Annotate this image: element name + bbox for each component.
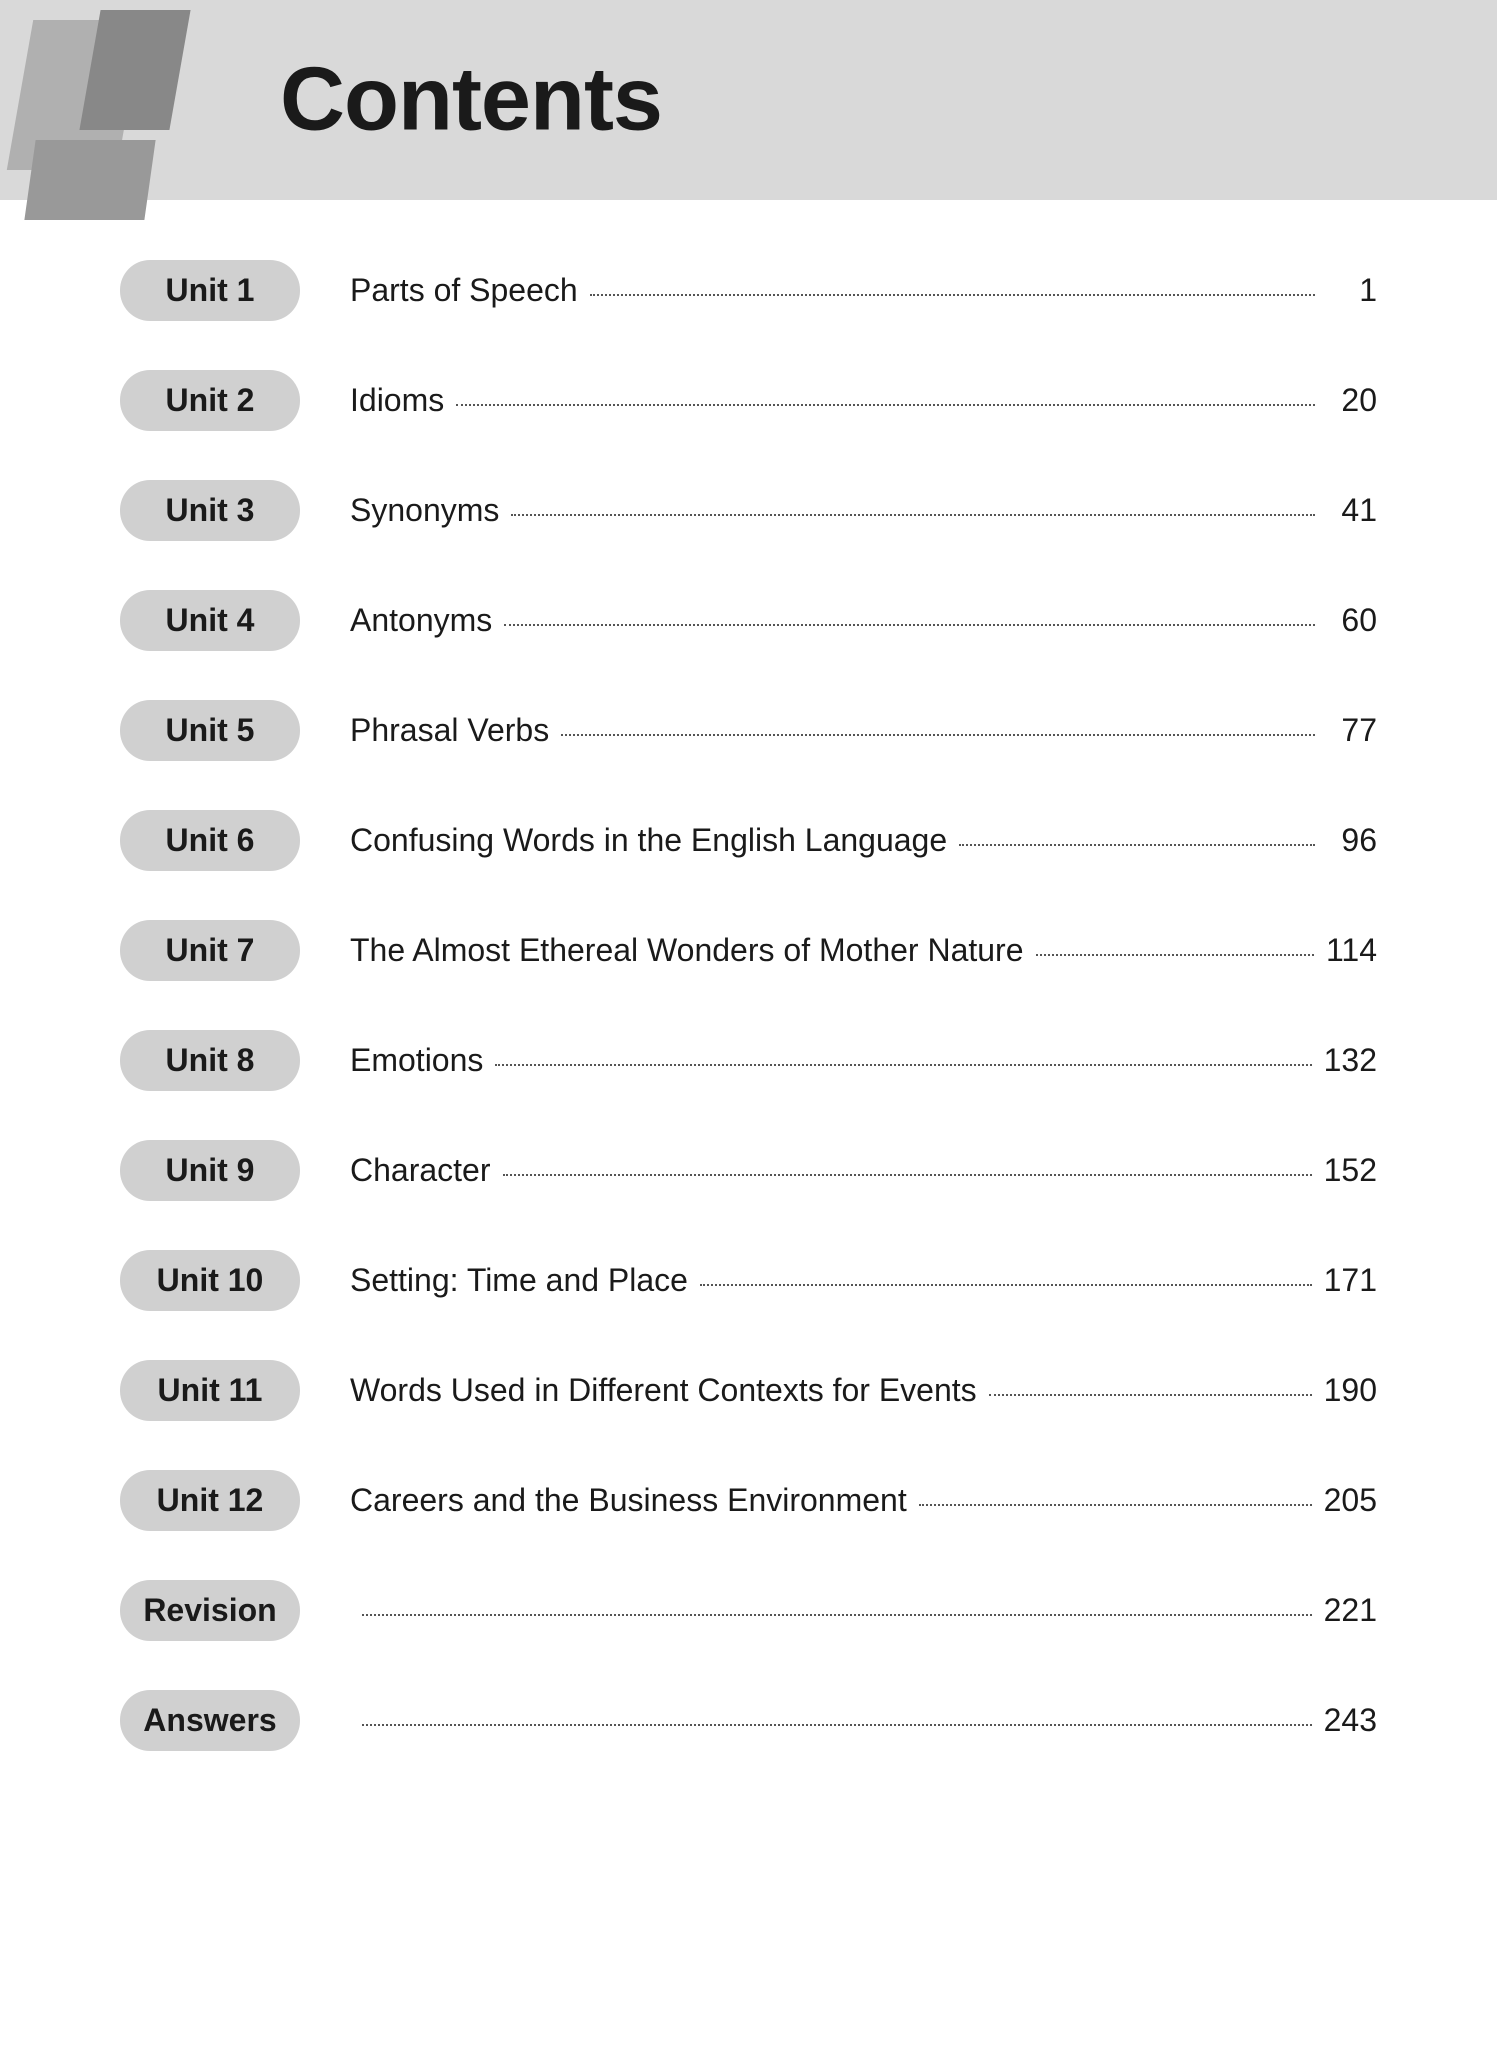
toc-entry: Parts of Speech 1 bbox=[350, 272, 1377, 309]
toc-page: 114 bbox=[1326, 932, 1377, 969]
toc-title: Emotions bbox=[350, 1042, 483, 1079]
header-decoration bbox=[0, 0, 260, 220]
toc-row: Unit 2 Idioms 20 bbox=[120, 360, 1377, 440]
toc-title: Antonyms bbox=[350, 602, 492, 639]
toc-page: 20 bbox=[1327, 382, 1377, 419]
unit-badge: Answers bbox=[120, 1690, 300, 1751]
toc-dots bbox=[511, 514, 1315, 516]
unit-badge: Unit 10 bbox=[120, 1250, 300, 1311]
unit-badge: Unit 5 bbox=[120, 700, 300, 761]
toc-dots bbox=[989, 1394, 1312, 1396]
deco-shape-3 bbox=[24, 140, 155, 220]
unit-badge: Unit 1 bbox=[120, 260, 300, 321]
toc-entry: Character 152 bbox=[350, 1152, 1377, 1189]
toc-row: Unit 3 Synonyms 41 bbox=[120, 470, 1377, 550]
toc-row: Unit 4 Antonyms 60 bbox=[120, 580, 1377, 660]
toc-dots bbox=[919, 1504, 1312, 1506]
toc-entry: Setting: Time and Place 171 bbox=[350, 1262, 1377, 1299]
toc-row: Revision 221 bbox=[120, 1570, 1377, 1650]
toc-row: Unit 8 Emotions 132 bbox=[120, 1020, 1377, 1100]
toc-row: Unit 6 Confusing Words in the English Lan… bbox=[120, 800, 1377, 880]
toc-entry: Careers and the Business Environment 205 bbox=[350, 1482, 1377, 1519]
page-title: Contents bbox=[280, 49, 662, 152]
unit-badge: Revision bbox=[120, 1580, 300, 1641]
toc-title: Idioms bbox=[350, 382, 444, 419]
toc-page: 205 bbox=[1324, 1482, 1377, 1519]
toc-page: 77 bbox=[1327, 712, 1377, 749]
unit-badge: Unit 7 bbox=[120, 920, 300, 981]
unit-badge: Unit 11 bbox=[120, 1360, 300, 1421]
toc-page: 190 bbox=[1324, 1372, 1377, 1409]
toc-entry: Emotions 132 bbox=[350, 1042, 1377, 1079]
toc-title: Character bbox=[350, 1152, 491, 1189]
toc-page: 132 bbox=[1324, 1042, 1377, 1079]
toc-dots bbox=[362, 1614, 1312, 1616]
toc-page: 152 bbox=[1324, 1152, 1377, 1189]
toc-title: Phrasal Verbs bbox=[350, 712, 549, 749]
toc-dots bbox=[561, 734, 1315, 736]
unit-badge: Unit 2 bbox=[120, 370, 300, 431]
toc-entry: Phrasal Verbs 77 bbox=[350, 712, 1377, 749]
unit-badge: Unit 9 bbox=[120, 1140, 300, 1201]
toc-title: Careers and the Business Environment bbox=[350, 1482, 907, 1519]
toc-entry: The Almost Ethereal Wonders of Mother Na… bbox=[350, 932, 1377, 969]
toc-dots bbox=[700, 1284, 1312, 1286]
toc-page: 243 bbox=[1324, 1702, 1377, 1739]
toc-dots bbox=[503, 1174, 1312, 1176]
toc-dots bbox=[495, 1064, 1311, 1066]
toc-row: Unit 7 The Almost Ethereal Wonders of Mot… bbox=[120, 910, 1377, 990]
toc-page: 1 bbox=[1327, 272, 1377, 309]
toc-page: 41 bbox=[1327, 492, 1377, 529]
toc-dots bbox=[590, 294, 1315, 296]
toc-entry: 243 bbox=[350, 1702, 1377, 1739]
toc-row: Unit 1 Parts of Speech 1 bbox=[120, 250, 1377, 330]
page-header: Contents bbox=[0, 0, 1497, 200]
toc-dots bbox=[456, 404, 1315, 406]
unit-badge: Unit 12 bbox=[120, 1470, 300, 1531]
toc-page: 60 bbox=[1327, 602, 1377, 639]
toc-title: Confusing Words in the English Language bbox=[350, 822, 947, 859]
toc-title: Synonyms bbox=[350, 492, 499, 529]
toc-row: Unit 10 Setting: Time and Place 171 bbox=[120, 1240, 1377, 1320]
toc-entry: 221 bbox=[350, 1592, 1377, 1629]
toc-page: 221 bbox=[1324, 1592, 1377, 1629]
toc-row: Answers 243 bbox=[120, 1680, 1377, 1760]
toc-dots bbox=[504, 624, 1315, 626]
toc-row: Unit 5 Phrasal Verbs 77 bbox=[120, 690, 1377, 770]
toc-entry: Words Used in Different Contexts for Eve… bbox=[350, 1372, 1377, 1409]
toc-entry: Confusing Words in the English Language 9… bbox=[350, 822, 1377, 859]
toc-entry: Idioms 20 bbox=[350, 382, 1377, 419]
toc-title: Setting: Time and Place bbox=[350, 1262, 688, 1299]
toc-page: 96 bbox=[1327, 822, 1377, 859]
toc-row: Unit 9 Character 152 bbox=[120, 1130, 1377, 1210]
unit-badge: Unit 8 bbox=[120, 1030, 300, 1091]
toc-dots bbox=[362, 1724, 1312, 1726]
toc-row: Unit 11 Words Used in Different Contexts … bbox=[120, 1350, 1377, 1430]
toc-page: 171 bbox=[1324, 1262, 1377, 1299]
toc-title: Parts of Speech bbox=[350, 272, 578, 309]
toc-title: Words Used in Different Contexts for Eve… bbox=[350, 1372, 977, 1409]
toc-entry: Antonyms 60 bbox=[350, 602, 1377, 639]
toc-content: Unit 1Parts of Speech1Unit 2Idioms20Unit… bbox=[0, 200, 1497, 1870]
toc-title: The Almost Ethereal Wonders of Mother Na… bbox=[350, 932, 1024, 969]
unit-badge: Unit 6 bbox=[120, 810, 300, 871]
unit-badge: Unit 4 bbox=[120, 590, 300, 651]
unit-badge: Unit 3 bbox=[120, 480, 300, 541]
toc-entry: Synonyms 41 bbox=[350, 492, 1377, 529]
toc-dots bbox=[959, 844, 1315, 846]
toc-dots bbox=[1036, 954, 1314, 956]
toc-row: Unit 12 Careers and the Business Environm… bbox=[120, 1460, 1377, 1540]
